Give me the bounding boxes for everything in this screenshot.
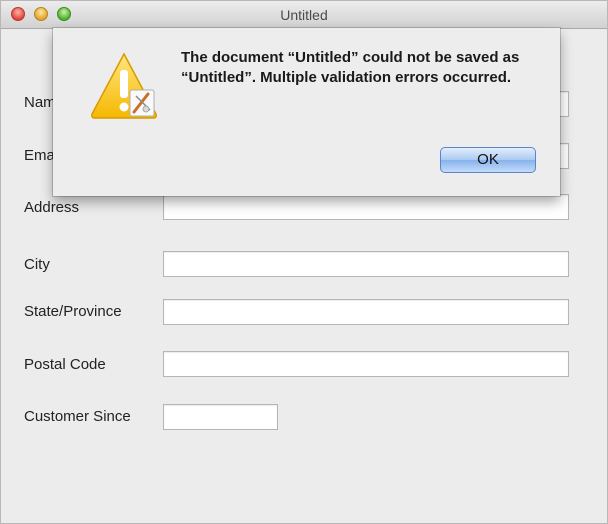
state-province-field[interactable] — [163, 299, 569, 325]
warning-icon — [91, 52, 157, 119]
title-bar[interactable]: Untitled — [1, 1, 607, 29]
window-title: Untitled — [280, 7, 328, 23]
city-field[interactable] — [163, 251, 569, 277]
alert-sheet: The document “Untitled” could not be sav… — [53, 28, 560, 196]
customer-since-label: Customer Since — [24, 408, 131, 425]
address-label: Address — [24, 199, 80, 216]
state-province-label: State/Province — [24, 303, 122, 320]
alert-message: The document “Untitled” could not be sav… — [181, 49, 520, 86]
postal-code-label: Postal Code — [24, 356, 106, 373]
address-field[interactable] — [163, 194, 569, 220]
ok-button[interactable]: OK — [440, 147, 536, 173]
app-badge-icon — [129, 89, 155, 117]
postal-code-field[interactable] — [163, 351, 569, 377]
customer-since-field[interactable] — [163, 404, 278, 430]
city-label: City — [24, 256, 50, 273]
